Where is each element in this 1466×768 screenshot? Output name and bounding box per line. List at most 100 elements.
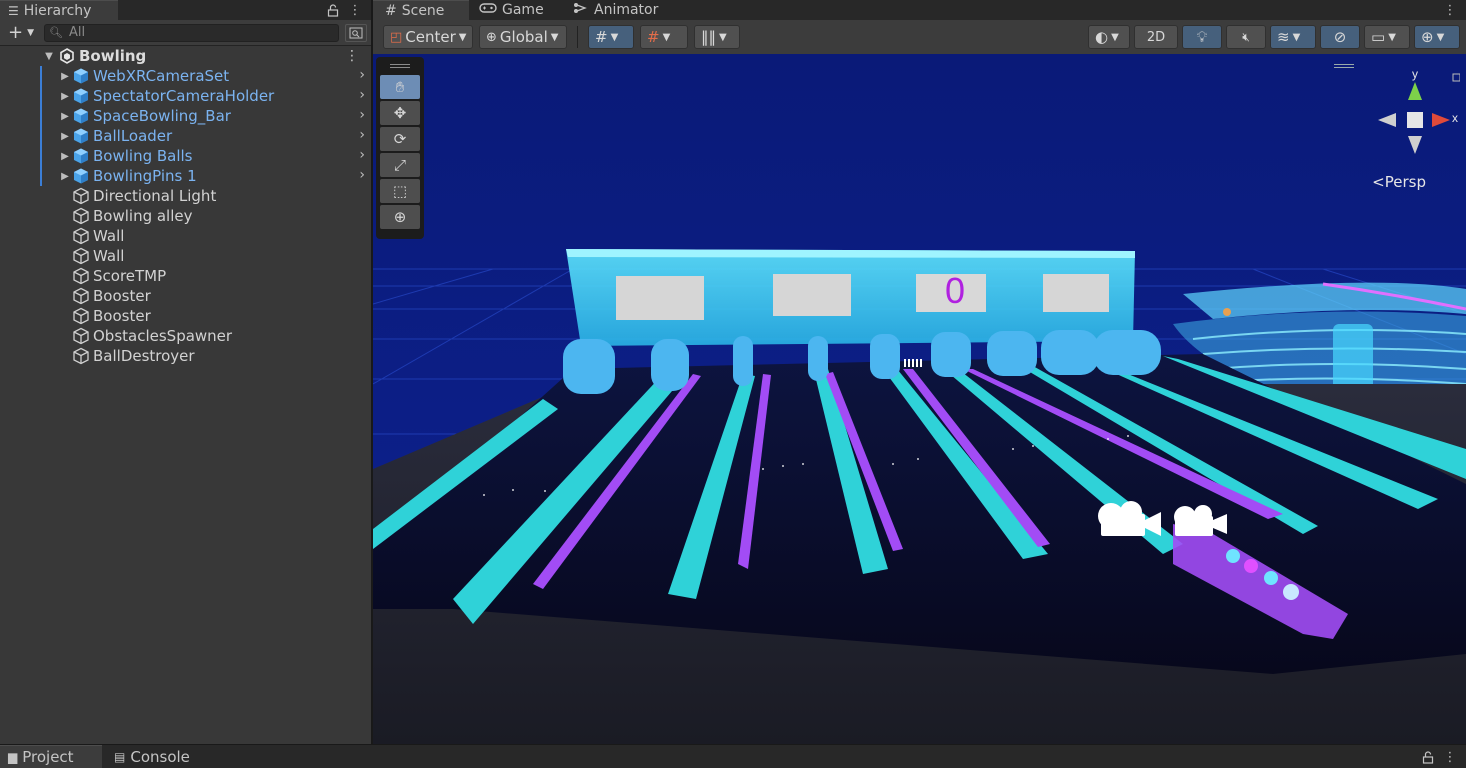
lock-icon[interactable] <box>325 0 341 20</box>
space-mode-dropdown[interactable]: ⊕ Global ▼ <box>479 25 567 49</box>
expand-caret-icon[interactable]: ▶ <box>58 111 72 122</box>
grid-snap-icon: # <box>595 28 608 46</box>
scene-window: # Scene Game Animator ⋮ ◰ Center ▼ ⊕ Glo… <box>373 0 1466 744</box>
hierarchy-row[interactable]: Wall <box>0 226 371 246</box>
hierarchy-item-label: Bowling alley <box>93 207 193 225</box>
hierarchy-row[interactable]: ▶ SpaceBowling_Bar › <box>0 106 371 126</box>
hierarchy-row[interactable]: ▶ SpectatorCameraHolder › <box>0 86 371 106</box>
tab-project[interactable]: ▆ Project <box>0 745 102 768</box>
tab-hierarchy[interactable]: ☰ Hierarchy <box>0 0 118 20</box>
hierarchy-row[interactable]: ▶ Bowling Balls › <box>0 146 371 166</box>
hierarchy-row[interactable]: Wall <box>0 246 371 266</box>
open-prefab-chevron-icon[interactable]: › <box>359 147 365 163</box>
scene-toolbar: ◰ Center ▼ ⊕ Global ▼ # ▼ # ▼ ‖‖ ▼ ◐ ▼ 2… <box>373 20 1466 54</box>
hierarchy-tabbar: ☰ Hierarchy ⋮ <box>0 0 371 20</box>
gameobject-cube-icon <box>72 227 93 245</box>
light-gizmo <box>1223 308 1231 316</box>
globe-icon: ⊕ <box>486 29 497 45</box>
tab-game[interactable]: Game <box>469 0 563 20</box>
hierarchy-row[interactable]: BallDestroyer <box>0 346 371 366</box>
tab-console[interactable]: ▤ Console <box>102 745 200 768</box>
eye-off-icon: ⊘ <box>1333 28 1347 46</box>
camera-settings-dropdown[interactable]: ▭ ▼ <box>1364 25 1410 49</box>
open-prefab-chevron-icon[interactable]: › <box>359 127 365 143</box>
tab-scene[interactable]: # Scene <box>373 0 469 20</box>
grid-lines-icon: ‖‖ <box>701 28 716 46</box>
scene-viewport[interactable]: 0 ✋︎ ✥ ⟳ ⤢ ⬚ ⊕ y x <Persp <box>373 54 1466 744</box>
panel-menu-icon[interactable]: ⋮ <box>1442 747 1458 767</box>
hierarchy-panel: ☰ Hierarchy ⋮ + ▼ 🔍︎ All ▼ Bowling ⋮ ▶ W… <box>0 0 372 744</box>
hierarchy-tree: ▼ Bowling ⋮ ▶ WebXRCameraSet › ▶ SpectatorCa… <box>0 46 371 366</box>
dropdown-arrow-icon: ▼ <box>1292 31 1301 43</box>
gizmo-grip[interactable] <box>1334 64 1354 68</box>
dropdown-arrow-icon: ▼ <box>1111 31 1119 43</box>
scene-tabbar: # Scene Game Animator ⋮ <box>373 0 1466 20</box>
snap-icon: # <box>647 28 660 46</box>
audio-toggle[interactable]: 🔇︎ <box>1226 25 1266 49</box>
move-tool-icon[interactable]: ✥ <box>380 101 420 125</box>
projection-toggle[interactable]: <Persp <box>1372 173 1426 191</box>
pivot-mode-dropdown[interactable]: ◰ Center ▼ <box>383 25 473 49</box>
space-mode-label: Global <box>499 28 548 46</box>
light-bulb-icon: 💡︎ <box>1196 28 1208 46</box>
gameobject-cube-icon <box>72 307 93 325</box>
hierarchy-row[interactable]: Directional Light <box>0 186 371 206</box>
hidden-objects-toggle[interactable]: ⊘ <box>1320 25 1360 49</box>
hierarchy-row[interactable]: ▶ WebXRCameraSet › <box>0 66 371 86</box>
expand-caret-icon[interactable]: ▶ <box>58 131 72 142</box>
hierarchy-row[interactable]: Bowling alley <box>0 206 371 226</box>
lock-icon[interactable] <box>1420 747 1436 767</box>
expand-caret-icon[interactable]: ▼ <box>42 51 56 62</box>
grid-visibility-dropdown[interactable]: ‖‖ ▼ <box>694 25 740 49</box>
prefab-cube-icon <box>72 67 93 85</box>
open-prefab-chevron-icon[interactable]: › <box>359 107 365 123</box>
search-icon: 🔍︎ <box>49 26 63 39</box>
shading-sphere-icon: ◐ <box>1095 28 1109 46</box>
hierarchy-row[interactable]: ▶ BallLoader › <box>0 126 371 146</box>
tab-animator-label: Animator <box>594 2 659 18</box>
hierarchy-row[interactable]: ▶ BowlingPins 1 › <box>0 166 371 186</box>
grid-snap-toggle[interactable]: # ▼ <box>588 25 634 49</box>
search-by-type-icon[interactable] <box>345 23 367 42</box>
dropdown-arrow-icon: ▼ <box>550 31 559 43</box>
palette-grip[interactable] <box>380 61 420 71</box>
gamepad-icon <box>479 2 497 18</box>
gizmos-dropdown[interactable]: ⊕ ▼ <box>1414 25 1460 49</box>
scene-root-row[interactable]: ▼ Bowling ⋮ <box>0 46 371 66</box>
hierarchy-row[interactable]: ObstaclesSpawner <box>0 326 371 346</box>
create-button[interactable]: + ▼ <box>4 22 38 43</box>
orientation-gizmo[interactable]: y x <box>1370 66 1460 166</box>
console-icon: ▤ <box>114 749 126 764</box>
toggle-2d-button[interactable]: 2D <box>1134 25 1178 49</box>
hierarchy-row[interactable]: Booster <box>0 286 371 306</box>
gameobject-cube-icon <box>72 327 93 345</box>
transform-tool-icon[interactable]: ⊕ <box>380 205 420 229</box>
tab-animator[interactable]: Animator <box>563 0 668 20</box>
effects-dropdown[interactable]: ≋ ▼ <box>1270 25 1316 49</box>
scene-menu-icon[interactable]: ⋮ <box>345 48 359 64</box>
snap-increment-dropdown[interactable]: # ▼ <box>640 25 688 49</box>
toolbar-separator <box>577 26 578 48</box>
scale-tool-icon[interactable]: ⤢ <box>380 153 420 177</box>
dropdown-arrow-icon: ▼ <box>458 31 467 43</box>
panel-menu-icon[interactable]: ⋮ <box>347 0 363 20</box>
open-prefab-chevron-icon[interactable]: › <box>359 167 365 183</box>
panel-menu-icon[interactable]: ⋮ <box>1442 0 1458 20</box>
lighting-toggle[interactable]: 💡︎ <box>1182 25 1222 49</box>
rotate-tool-icon[interactable]: ⟳ <box>380 127 420 151</box>
gizmo-x-label: x <box>1452 111 1458 125</box>
expand-caret-icon[interactable]: ▶ <box>58 151 72 162</box>
prefab-indicator <box>40 126 42 146</box>
expand-caret-icon[interactable]: ▶ <box>58 171 72 182</box>
open-prefab-chevron-icon[interactable]: › <box>359 67 365 83</box>
hierarchy-row[interactable]: ScoreTMP <box>0 266 371 286</box>
expand-caret-icon[interactable]: ▶ <box>58 91 72 102</box>
search-input[interactable]: 🔍︎ All <box>44 23 339 42</box>
open-prefab-chevron-icon[interactable]: › <box>359 87 365 103</box>
hand-tool-icon[interactable]: ✋︎ <box>380 75 420 99</box>
rect-tool-icon[interactable]: ⬚ <box>380 179 420 203</box>
hierarchy-row[interactable]: Booster <box>0 306 371 326</box>
shading-mode-dropdown[interactable]: ◐ ▼ <box>1088 25 1130 49</box>
scene-render <box>373 54 1466 744</box>
expand-caret-icon[interactable]: ▶ <box>58 71 72 82</box>
